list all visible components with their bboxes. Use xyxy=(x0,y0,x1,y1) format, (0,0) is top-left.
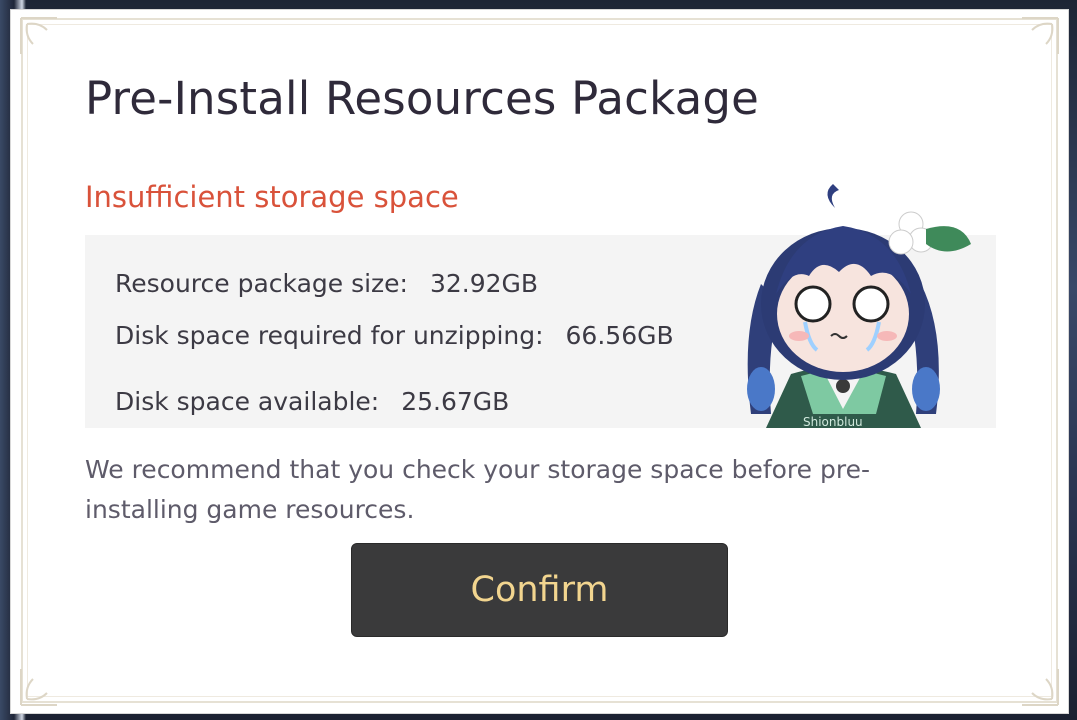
crying-chibi-mascot-icon: Shionbluu xyxy=(747,184,971,428)
unzip-space-label: Disk space required for unzipping: xyxy=(115,321,544,350)
package-size-label: Resource package size: xyxy=(115,269,408,298)
dialog-title: Pre-Install Resources Package xyxy=(85,72,759,125)
available-space-label: Disk space available: xyxy=(115,387,380,416)
recommendation-text: We recommend that you check your storage… xyxy=(85,455,870,524)
unzip-space-value: 66.56GB xyxy=(565,321,674,350)
pre-install-dialog: Pre-Install Resources Package Insufficie… xyxy=(11,10,1068,713)
package-size-value: 32.92GB xyxy=(429,269,539,298)
corner-ornament-icon xyxy=(1022,17,1059,54)
corner-ornament-icon xyxy=(20,17,57,54)
unzip-space-row: Disk space required for unzipping: 66.56G… xyxy=(115,321,674,350)
available-space-value: 25.67GB xyxy=(401,387,510,416)
package-size-row: Resource package size: 32.92GB xyxy=(115,269,538,298)
confirm-button[interactable]: Confirm xyxy=(351,543,728,637)
storage-warning: Insufficient storage space xyxy=(85,180,459,214)
available-space-row: Disk space available: 25.67GB xyxy=(115,387,509,416)
corner-ornament-icon xyxy=(1022,669,1059,706)
corner-ornament-icon xyxy=(20,669,57,706)
mascot-watermark: Shionbluu xyxy=(803,415,863,428)
